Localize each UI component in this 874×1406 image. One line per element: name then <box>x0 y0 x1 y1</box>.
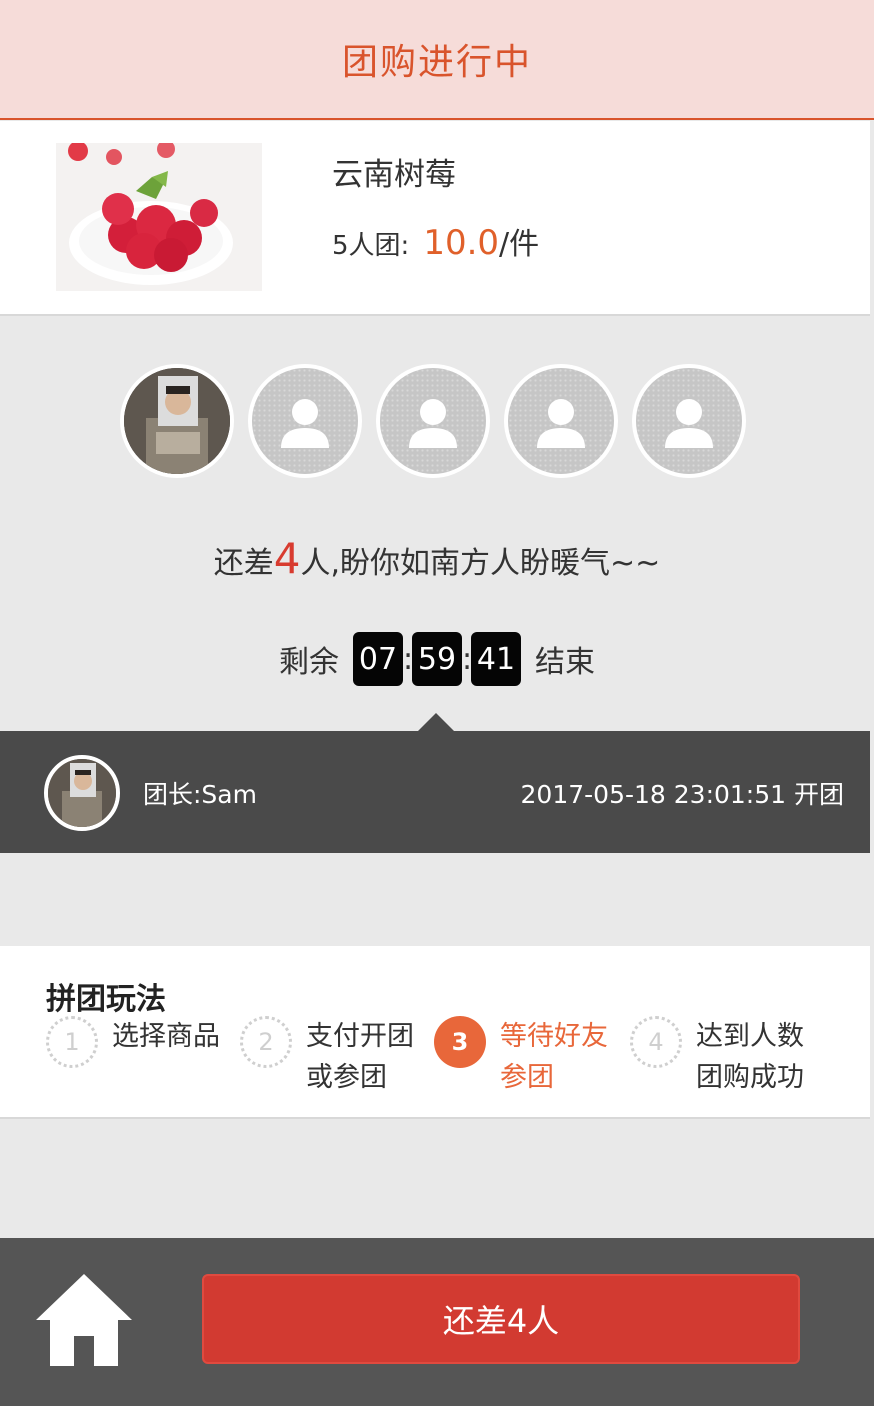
member-avatars <box>120 364 760 478</box>
step-label-active: 等待好友 参团 <box>500 1021 608 1093</box>
group-size-label: 5人团: <box>332 231 410 261</box>
step-label: 达到人数 团购成功 <box>696 1021 804 1093</box>
avatar-empty-slot <box>632 364 746 478</box>
timer-seconds: 41 <box>471 632 521 686</box>
timer-separator: : <box>462 641 473 677</box>
leader-info-bar: 团长:Sam 2017-05-18 23:01:51 开团 <box>0 713 870 853</box>
leader-photo <box>48 759 116 827</box>
pointer-notch <box>418 713 454 731</box>
bottom-action-bar: 还差4人 <box>0 1238 874 1406</box>
leader-avatar[interactable] <box>44 755 120 831</box>
invite-friends-button[interactable]: 还差4人 <box>202 1274 800 1364</box>
step-label: 支付开团 或参团 <box>306 1021 414 1093</box>
rules-title: 拼团玩法 <box>46 982 166 1017</box>
step-number: 2 <box>240 1016 292 1068</box>
timer-minutes: 59 <box>412 632 462 686</box>
timer-end-label: 结束 <box>535 645 595 680</box>
timer-hours: 07 <box>353 632 403 686</box>
home-icon[interactable] <box>34 1270 134 1370</box>
home-icon-glyph <box>36 1274 132 1366</box>
product-price-row: 5人团: 10.0 /件 <box>332 219 539 263</box>
rules-step-1: 1 选择商品 <box>46 1016 232 1068</box>
timer-separator: : <box>403 641 414 677</box>
rules-step-3: 3 等待好友 参团 <box>434 1016 620 1098</box>
page-title: 团购进行中 <box>341 42 532 83</box>
rules-step-4: 4 达到人数 团购成功 <box>630 1016 816 1098</box>
step-number: 4 <box>630 1016 682 1068</box>
remaining-count: 4 <box>273 534 301 583</box>
step-number-active: 3 <box>434 1016 486 1068</box>
countdown-timer: 剩余 07 : 59 : 41 结束 <box>0 632 874 686</box>
avatar-empty-slot <box>504 364 618 478</box>
user-silhouette-icon <box>537 399 585 448</box>
group-rules-panel: 拼团玩法 1 选择商品 2 支付开团 或参团 3 等待好友 参团 4 达到人数 … <box>0 946 870 1119</box>
rules-step-2: 2 支付开团 或参团 <box>240 1016 426 1098</box>
product-image <box>56 143 262 291</box>
product-name: 云南树莓 <box>332 157 456 193</box>
avatar-leader[interactable] <box>120 364 234 478</box>
leader-name: 团长:Sam <box>143 780 257 809</box>
avatar-empty-slot <box>376 364 490 478</box>
avatar-empty-slot <box>248 364 362 478</box>
step-number: 1 <box>46 1016 98 1068</box>
user-silhouette-icon <box>665 399 713 448</box>
product-price: 10.0 <box>423 223 500 263</box>
status-suffix: 人,盼你如南方人盼暖气~~ <box>300 546 661 581</box>
raspberry-image <box>56 143 262 291</box>
leader-photo <box>124 368 230 474</box>
user-silhouette-icon <box>281 399 329 448</box>
group-start-time: 2017-05-18 23:01:51 开团 <box>520 780 844 809</box>
user-silhouette-icon <box>409 399 457 448</box>
step-label: 选择商品 <box>112 1021 220 1052</box>
price-unit: /件 <box>499 227 540 262</box>
page-header: 团购进行中 <box>0 0 874 120</box>
status-prefix: 还差 <box>213 546 274 581</box>
remaining-status: 还差4人,盼你如南方人盼暖气~~ <box>0 534 874 583</box>
timer-lead-label: 剩余 <box>279 645 339 680</box>
product-card[interactable]: 云南树莓 5人团: 10.0 /件 <box>0 121 870 316</box>
